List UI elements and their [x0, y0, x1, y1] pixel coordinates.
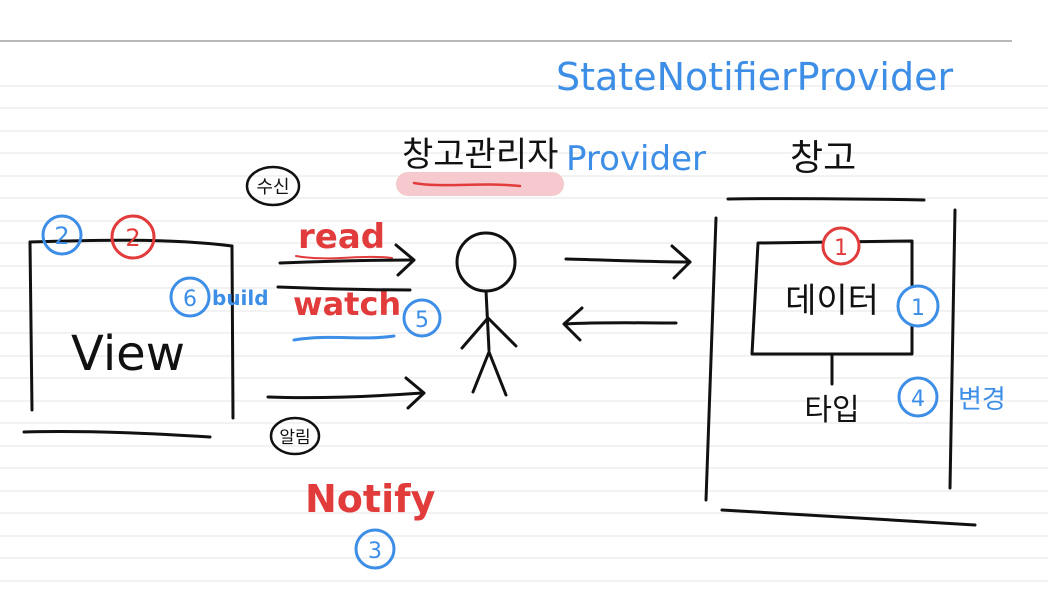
- view-box-left: [28, 240, 34, 412]
- whiteboard-diagram: View 2 2 6 build 수신 read watch 5 알림 Noti…: [0, 0, 1048, 609]
- notify-number: 3: [368, 539, 382, 564]
- figure-legs: [471, 350, 508, 397]
- build-annotation: 6 build: [169, 276, 269, 318]
- data-number-blue-text: 1: [911, 296, 925, 321]
- to-warehouse-arrow: [564, 244, 692, 280]
- view-box-right: [230, 244, 235, 420]
- state-notifier-provider-label: StateNotifierProvider: [556, 55, 953, 99]
- warehouse-bottom: [720, 508, 977, 527]
- notify-label: Notify: [305, 477, 436, 521]
- ruled-lines: [0, 40, 1048, 582]
- receive-text: 수신: [256, 177, 289, 198]
- view-label: View: [71, 326, 185, 382]
- view-box-bottom: [22, 429, 212, 439]
- view-badge-blue: 2: [41, 214, 83, 256]
- manager-title: 창고관리자: [402, 135, 558, 175]
- watch-number: 5: [415, 308, 429, 333]
- watch-number-badge: 5: [402, 298, 442, 338]
- manager-figure: [455, 231, 518, 397]
- data-label: 데이터: [785, 281, 879, 321]
- warehouse-title: 창고: [790, 138, 856, 179]
- view-badge-red: 2: [110, 214, 156, 260]
- diagram-canvas: View 2 2 6 build 수신 read watch 5 알림 Noti…: [0, 40, 1048, 582]
- data-number-blue: 1: [896, 284, 940, 328]
- type-label: 타입: [804, 393, 859, 428]
- provider-label: Provider: [566, 139, 706, 179]
- build-number: 6: [183, 287, 197, 312]
- badge-number: 2: [125, 224, 140, 252]
- warehouse-top: [726, 197, 926, 202]
- figure-head: [455, 231, 517, 293]
- from-warehouse-arrow: [562, 306, 678, 342]
- data-number-red: 1: [821, 226, 861, 266]
- change-number: 4: [911, 387, 925, 412]
- watch-underline: [292, 334, 396, 342]
- data-number-red-text: 1: [834, 236, 848, 261]
- warehouse-left: [704, 216, 718, 502]
- build-label: build: [212, 286, 269, 310]
- badge-number: 2: [54, 222, 69, 250]
- notify-circle-text: 알림: [279, 428, 310, 448]
- notify-arrow: [266, 376, 426, 410]
- read-label: read: [298, 217, 385, 257]
- receive-label: 수신: [245, 165, 301, 207]
- change-label: 변경: [958, 385, 1006, 415]
